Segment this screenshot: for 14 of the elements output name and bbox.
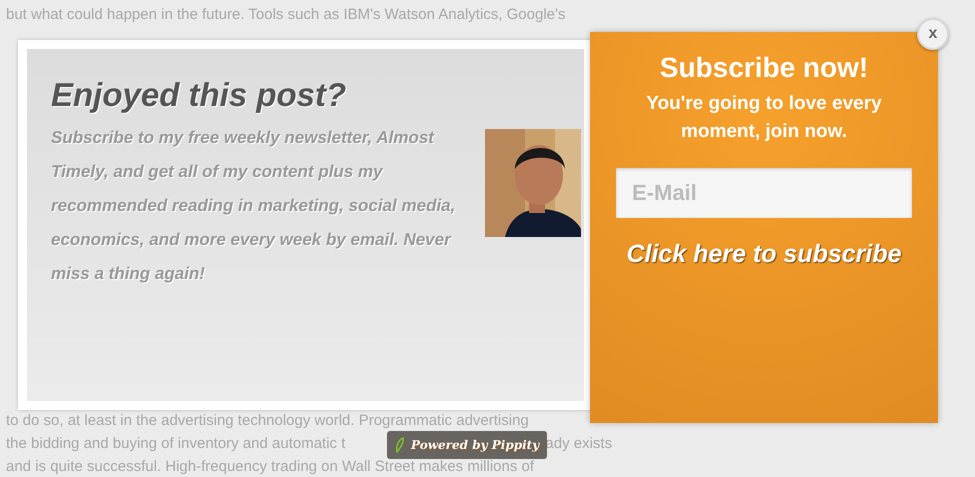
signup-subheading: You're going to love every moment, join now. xyxy=(645,92,883,144)
popup-title: Enjoyed this post? xyxy=(51,75,348,115)
signup-heading: Subscribe now! xyxy=(660,51,868,85)
leaf-icon xyxy=(395,437,405,453)
close-button[interactable]: x xyxy=(917,18,949,50)
badge-text: Powered by Pippity xyxy=(411,437,540,454)
popup-message: Subscribe to my free weekly newsletter, Almost Timely, and get all of my content plus my recommended reading in marketing, social media, economics, and more every week by email. Never miss a thing again! xyxy=(51,127,456,285)
email-field[interactable]: E-Mail xyxy=(616,168,912,218)
article-text: but what could happen in the future. Tools such as IBM's Watson Analytics, Google's xyxy=(6,5,566,26)
article-text: ady exists xyxy=(545,434,612,454)
article-text: and is quite successful. High-frequency trading on Wall Street makes millions of xyxy=(6,457,534,477)
article-text: to do so, at least in the advertising technology world. Programmatic advertising xyxy=(6,411,529,432)
article-text: the bidding and buying of inventory and automatic t xyxy=(6,434,346,454)
powered-by-badge[interactable]: Powered by Pippity xyxy=(387,431,548,459)
